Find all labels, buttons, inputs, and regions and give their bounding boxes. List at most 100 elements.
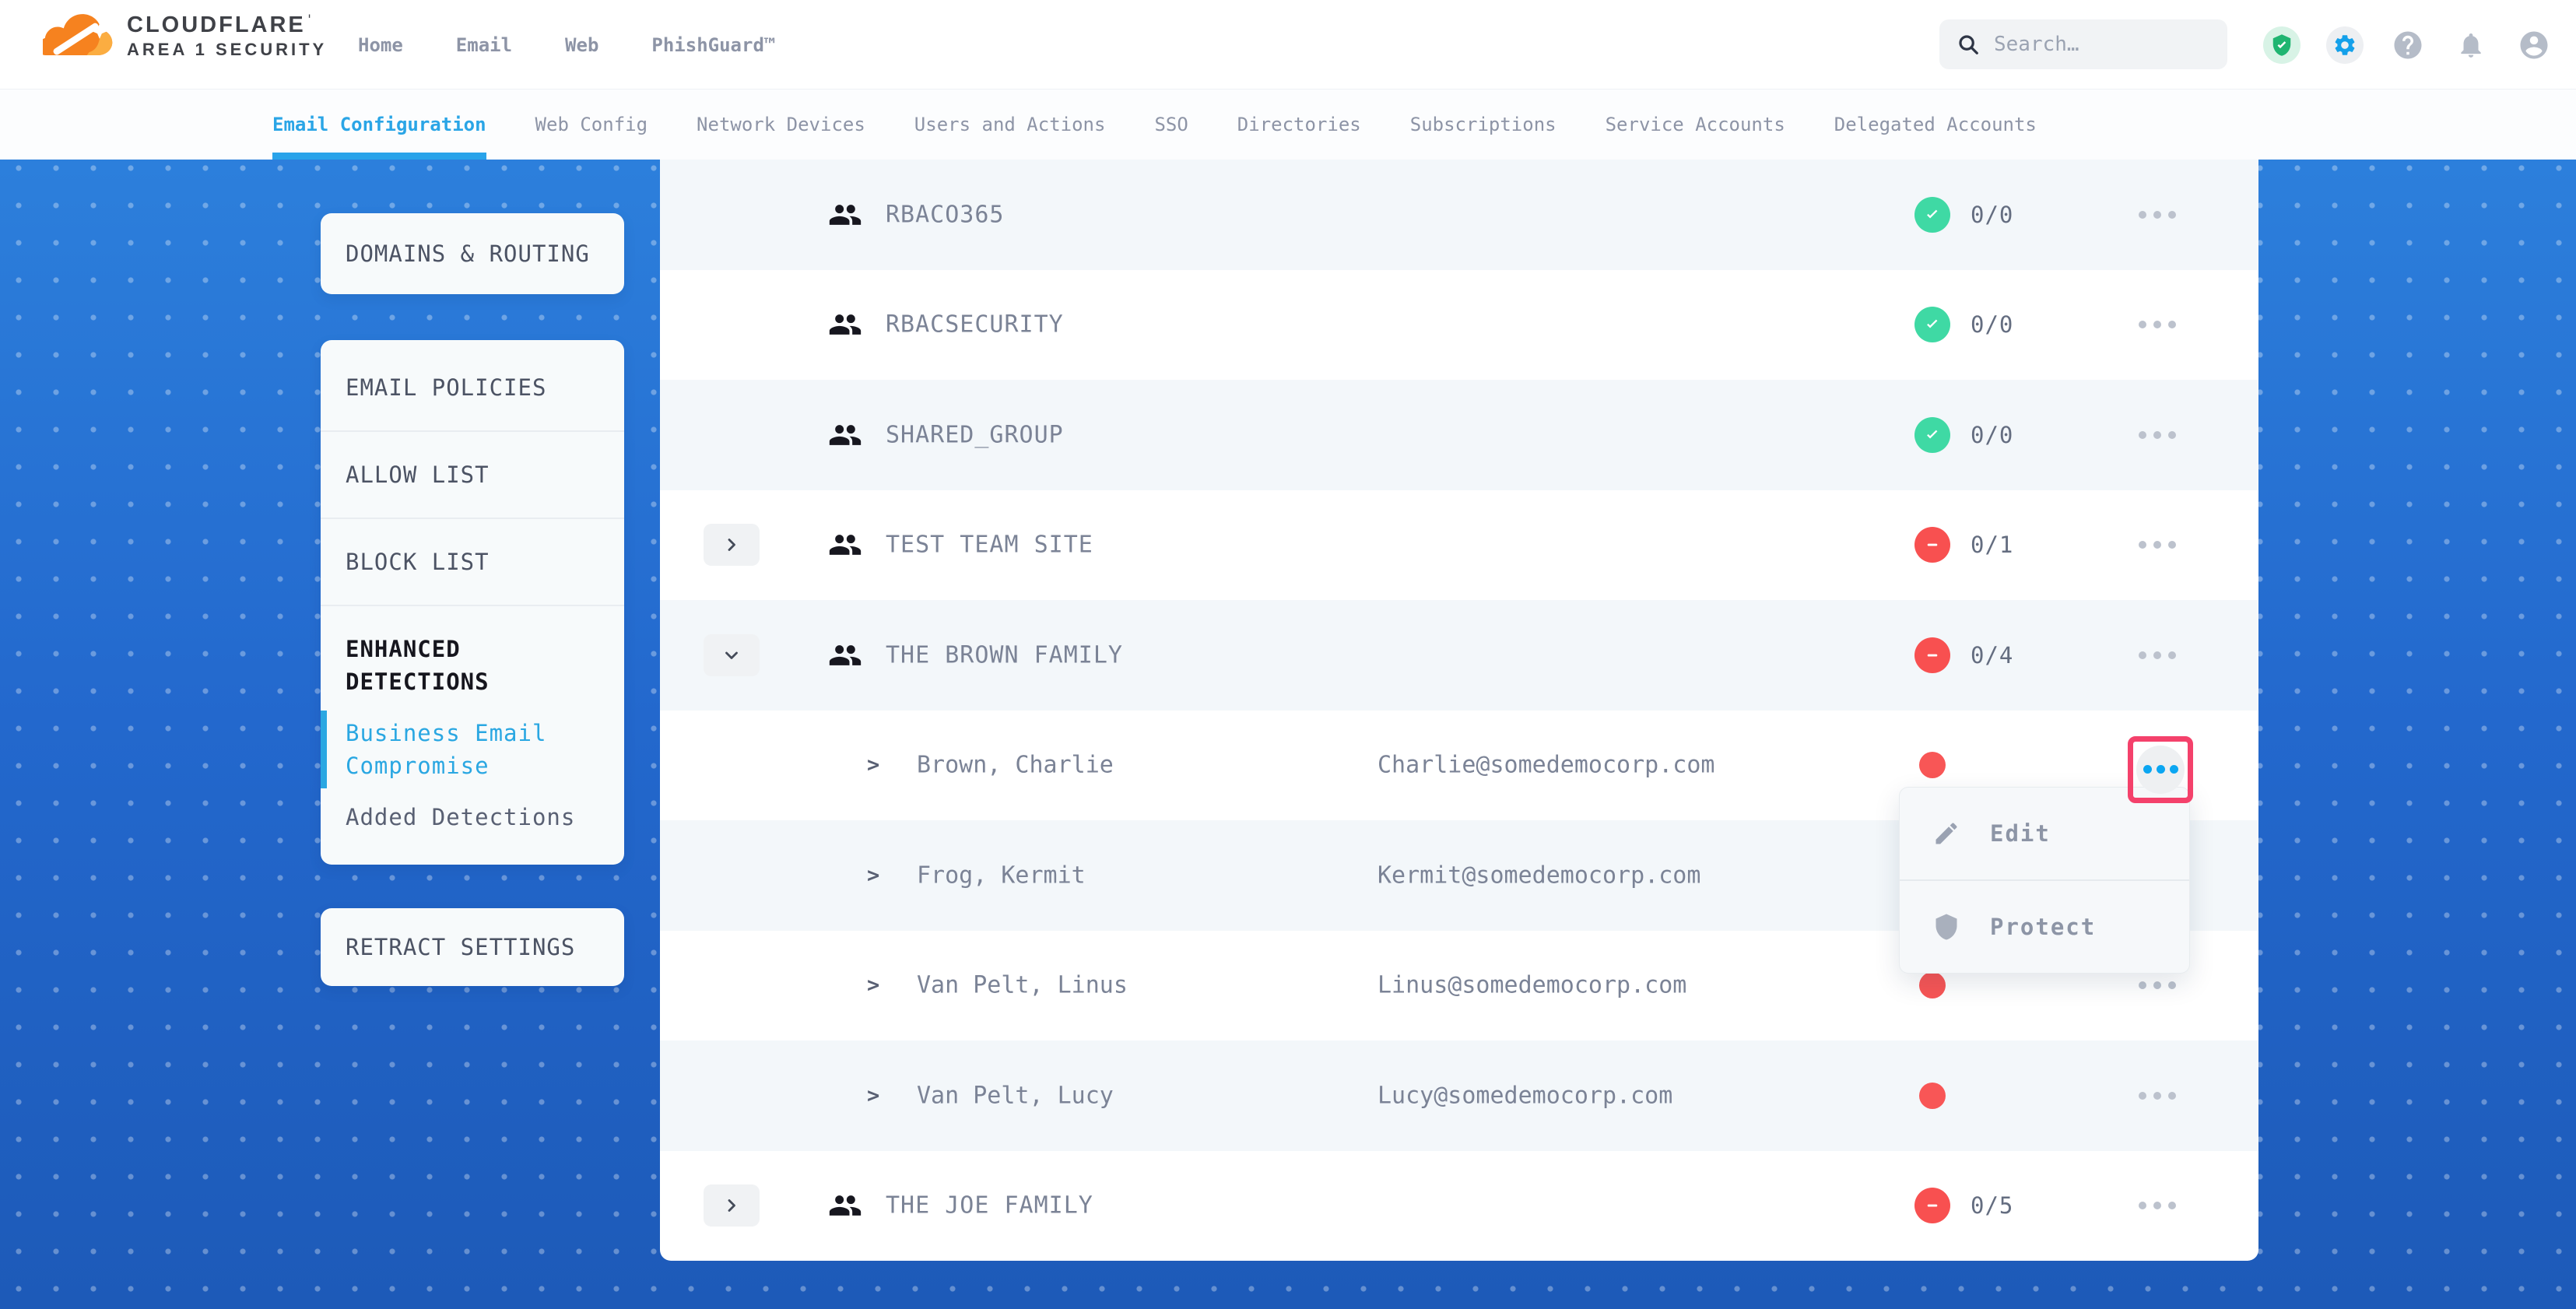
- status-check-icon: [1914, 417, 1950, 453]
- alert-dot: [1919, 972, 1946, 998]
- top-nav-item-email[interactable]: Email: [456, 34, 512, 56]
- settings-gear-icon[interactable]: [2326, 26, 2364, 64]
- status-count: 0/0: [1971, 202, 2013, 228]
- person-row-van-pelt-lucy: > Van Pelt, Lucy Lucy@somedemocorp.com: [660, 1041, 2258, 1151]
- brand-subtitle: AREA 1 SECURITY: [127, 40, 327, 58]
- protection-status: 0/1: [1914, 527, 2013, 563]
- expand-group-button[interactable]: [704, 524, 760, 566]
- search-input[interactable]: [1992, 32, 2210, 57]
- help-icon[interactable]: [2389, 26, 2427, 64]
- group-row-test-team-site: TEST TEAM SITE0/1: [660, 490, 2258, 601]
- expand-group-button[interactable]: [704, 1184, 760, 1227]
- top-nav-item-web[interactable]: Web: [565, 34, 598, 56]
- config-tabs: Email Configuration Web Config Network Dev…: [0, 89, 2576, 160]
- group-icon: [828, 528, 862, 562]
- tab-users-and-actions[interactable]: Users and Actions: [914, 89, 1106, 160]
- person-email: Lucy@somedemocorp.com: [1377, 1082, 1672, 1109]
- group-row-the-brown-family: THE BROWN FAMILY 0/4: [660, 600, 2258, 711]
- person-name: Brown, Charlie: [917, 752, 1114, 779]
- status-count: 0/5: [1971, 1192, 2013, 1219]
- group-icon: [828, 1188, 862, 1223]
- notifications-bell-icon[interactable]: [2452, 26, 2490, 64]
- ellipsis-icon: [2136, 746, 2185, 794]
- status-minus-icon: [1914, 527, 1950, 563]
- sidebar-item-business-email-compromise[interactable]: Business Email Compromise: [321, 706, 624, 793]
- tab-subscriptions[interactable]: Subscriptions: [1410, 89, 1556, 160]
- status-minus-icon: [1914, 1188, 1950, 1223]
- retract-settings-card: RETRACT SETTINGS: [321, 908, 624, 986]
- sidebar-item-block-list[interactable]: BLOCK LIST: [321, 519, 624, 606]
- header-icons: [2263, 0, 2553, 89]
- tab-service-accounts[interactable]: Service Accounts: [1606, 89, 1785, 160]
- tab-web-config[interactable]: Web Config: [535, 89, 648, 160]
- tab-sso[interactable]: SSO: [1154, 89, 1188, 160]
- group-name: RBACSECURITY: [886, 311, 1064, 339]
- group-name: RBACO365: [886, 201, 1005, 228]
- group-row-rbacsecurity: RBACSECURITY 0/0: [660, 270, 2258, 381]
- cloudflare-logo[interactable]: CLOUDFLARE' AREA 1 SECURITY: [43, 12, 327, 60]
- status-count: 0/0: [1971, 311, 2013, 338]
- sidebar-item-enhanced-detections: ENHANCED DETECTIONS: [321, 606, 624, 706]
- group-name: THE BROWN FAMILY: [886, 641, 1123, 669]
- alert-dot: [1919, 752, 1946, 778]
- person-chevron: >: [867, 1083, 879, 1107]
- group-icon: [828, 418, 862, 452]
- protection-status: 0/0: [1914, 417, 2013, 453]
- status-count: 0/0: [1971, 422, 2013, 448]
- row-actions-button[interactable]: [2136, 1192, 2179, 1219]
- status-count: 0/1: [1971, 532, 2013, 558]
- row-actions-button[interactable]: [2136, 532, 2179, 558]
- collapse-group-button[interactable]: [704, 634, 760, 676]
- group-row-shared-group: SHARED_GROUP0/0: [660, 380, 2258, 490]
- sidebar-item-added-detections[interactable]: Added Detections: [321, 793, 624, 860]
- row-actions-button[interactable]: [2136, 972, 2179, 998]
- app-header: CLOUDFLARE' AREA 1 SECURITY Home Email Web…: [0, 0, 2576, 89]
- person-email: Linus@somedemocorp.com: [1377, 972, 1686, 999]
- context-menu-label: Edit: [1990, 820, 2051, 847]
- group-name: THE JOE FAMILY: [886, 1192, 1093, 1220]
- account-avatar-icon[interactable]: [2515, 26, 2553, 64]
- person-email: Charlie@somedemocorp.com: [1377, 752, 1714, 779]
- tab-directories[interactable]: Directories: [1237, 89, 1361, 160]
- tab-email-configuration[interactable]: Email Configuration: [272, 89, 486, 160]
- tab-delegated-accounts[interactable]: Delegated Accounts: [1834, 89, 2037, 160]
- group-row-rbaco365: RBACO365 0/0: [660, 160, 2258, 270]
- domains-routing-card: DOMAINS & ROUTING: [321, 213, 624, 294]
- top-nav: Home Email Web PhishGuard™: [358, 0, 775, 89]
- group-icon: [828, 198, 862, 232]
- row-actions-button[interactable]: [2136, 311, 2179, 338]
- alert-dot: [1919, 1083, 1946, 1109]
- group-icon: [828, 638, 862, 672]
- status-count: 0/4: [1971, 642, 2013, 669]
- context-menu-item-protect[interactable]: Protect: [1900, 879, 2189, 973]
- directory-groups-table: RBACO3650/0RBACSECURITY0/0SHARED_GROUP0/…: [660, 160, 2258, 1261]
- status-check-icon: [1914, 197, 1950, 233]
- row-actions-button[interactable]: [2136, 1083, 2179, 1109]
- search-box[interactable]: [1939, 19, 2227, 69]
- row-actions-button[interactable]: [2136, 642, 2179, 669]
- person-chevron: >: [867, 863, 879, 887]
- area1-security-app: CLOUDFLARE' AREA 1 SECURITY Home Email Web…: [0, 0, 2576, 1309]
- status-minus-icon: [1914, 637, 1950, 673]
- tab-network-devices[interactable]: Network Devices: [697, 89, 865, 160]
- pencil-icon: [1932, 819, 1960, 848]
- protection-status: 0/4: [1914, 637, 2013, 673]
- person-name: Van Pelt, Lucy: [917, 1082, 1114, 1109]
- brand-title: CLOUDFLARE': [127, 13, 327, 37]
- person-chevron: >: [867, 753, 879, 777]
- row-actions-button-active[interactable]: [2128, 736, 2193, 803]
- row-actions-button[interactable]: [2136, 202, 2179, 228]
- protection-status: 0/5: [1914, 1188, 2013, 1223]
- sidebar-item-retract-settings[interactable]: RETRACT SETTINGS: [321, 934, 600, 960]
- sidebar-item-allow-list[interactable]: ALLOW LIST: [321, 432, 624, 519]
- protection-status: 0/0: [1914, 307, 2013, 342]
- row-actions-button[interactable]: [2136, 422, 2179, 448]
- top-nav-item-home[interactable]: Home: [358, 34, 403, 56]
- row-context-menu: Edit Protect: [1899, 787, 2190, 974]
- security-shield-check-icon[interactable]: [2263, 26, 2301, 64]
- group-row-the-joe-family: THE JOE FAMILY 0/5: [660, 1151, 2258, 1262]
- sidebar-item-email-policies[interactable]: EMAIL POLICIES: [321, 345, 624, 432]
- top-nav-item-phishguard[interactable]: PhishGuard™: [651, 34, 775, 56]
- search-icon: [1957, 33, 1980, 56]
- sidebar-item-domains-routing[interactable]: DOMAINS & ROUTING: [321, 240, 615, 267]
